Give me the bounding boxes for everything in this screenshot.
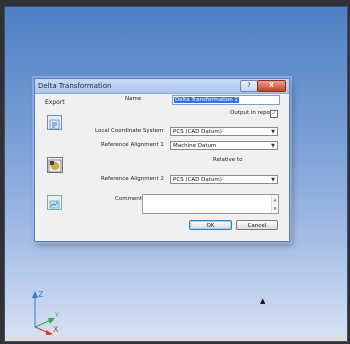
y-axis-label: Y (54, 312, 59, 319)
comment-scrollbar[interactable]: ▲ ▼ (271, 195, 278, 213)
app-frame: Z Y X ▲ Delta Transformation ? X Export (0, 0, 350, 344)
delta-transformation-dialog: Delta Transformation ? X Export Name Del… (34, 78, 290, 242)
chevron-down-icon: ▼ (271, 143, 275, 149)
dialog-title: Delta Transformation (38, 82, 112, 90)
reference-alignment-1-value: Machine Datum (173, 143, 217, 149)
viewport-status-strip (5, 335, 347, 341)
name-label: Name (125, 96, 142, 102)
z-axis-label: Z (38, 290, 44, 299)
report-icon[interactable] (47, 195, 62, 210)
export-icon[interactable] (47, 115, 62, 130)
reference-alignment-1-label: Reference Alignment 1 (101, 142, 164, 148)
reference-alignment-1-select[interactable]: Machine Datum ▼ (170, 141, 278, 150)
axis-triad: Z Y X (32, 290, 59, 336)
reference-alignment-2-select[interactable]: PCS (CAD Datum) ▼ (170, 175, 278, 184)
close-button[interactable]: X (257, 80, 286, 92)
dialog-titlebar[interactable]: Delta Transformation ? X (35, 79, 289, 94)
help-button[interactable]: ? (240, 80, 258, 92)
chevron-down-icon: ▼ (271, 129, 275, 135)
lcs-label: Local Coordinate System (95, 128, 164, 134)
name-input-value: Delta Transformation 1 (174, 97, 239, 103)
cursor-marker-icon: ▲ (260, 297, 266, 305)
y-axis (34, 319, 52, 328)
output-in-report-label: Output in report (230, 110, 275, 116)
lcs-select[interactable]: PCS (CAD Datum) ▼ (170, 127, 278, 136)
y-arrow-icon (48, 318, 55, 324)
chevron-down-icon: ▼ (271, 177, 275, 183)
cancel-button[interactable]: Cancel (236, 220, 278, 230)
reference-alignment-2-value: PCS (CAD Datum) (173, 177, 222, 183)
output-in-report-checkbox[interactable]: ✓ (270, 110, 278, 118)
transform-icon[interactable] (47, 157, 63, 173)
ok-button[interactable]: OK (189, 220, 232, 230)
export-label: Export (45, 99, 65, 106)
x-axis-label: X (53, 325, 59, 334)
lcs-select-value: PCS (CAD Datum) (173, 129, 222, 135)
reference-alignment-2-label: Reference Alignment 2 (101, 176, 164, 182)
name-input[interactable]: Delta Transformation 1 (172, 95, 280, 105)
relative-to-label: Relative to (213, 157, 243, 163)
comment-textarea[interactable]: ▲ ▼ (142, 194, 279, 214)
